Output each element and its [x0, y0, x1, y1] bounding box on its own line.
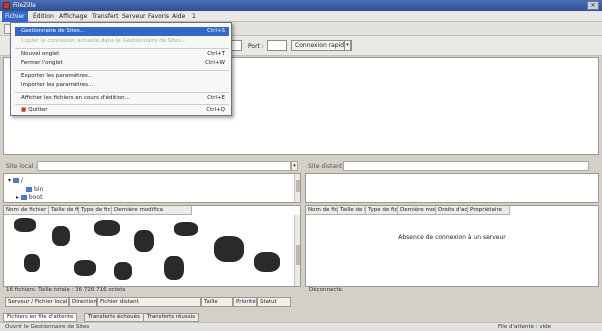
tab-queued-files[interactable]: Fichiers en file d'attente — [3, 313, 78, 322]
tab-failed-transfers[interactable]: Transferts échoués — [84, 313, 144, 322]
file-thumbnail — [134, 230, 154, 252]
remote-site-label: Site distant : — [308, 163, 347, 170]
menu-copy-to-site-manager[interactable]: Copier la connexion actuelle dans le Ges… — [15, 37, 229, 46]
folder-icon — [26, 187, 32, 192]
status-left-text: Ouvrir le Gestionnaire de Sites — [5, 324, 90, 330]
menu-edited-files[interactable]: Afficher les fichiers en cours d'édition… — [15, 94, 229, 103]
file-thumbnail — [164, 256, 184, 280]
menu-separator — [15, 104, 229, 105]
col-filetype[interactable]: Type de fichier — [366, 206, 398, 215]
col-server-local-file[interactable]: Serveur / Fichier local — [5, 297, 69, 307]
port-input[interactable] — [267, 40, 287, 51]
local-site-label: Site local : — [6, 163, 38, 170]
quickconnect-button[interactable]: Connexion rapide — [291, 40, 352, 51]
local-site-dropdown[interactable]: ▾ — [291, 161, 298, 171]
menu-close-tab[interactable]: Fermer l'onglet Ctrl+W — [15, 59, 229, 68]
remote-directory-tree[interactable] — [305, 173, 599, 203]
quit-icon: ■ — [21, 107, 27, 113]
local-status-text: 16 fichiers. Taille totale : 36 726 716 … — [6, 287, 126, 293]
remote-empty-message: Absence de connexion à un serveur — [398, 234, 506, 241]
col-filetype[interactable]: Type de fichier — [79, 206, 112, 215]
col-modified[interactable]: Dernière modifica — [112, 206, 192, 215]
col-size[interactable]: Taille — [201, 297, 233, 307]
file-thumbnail — [52, 226, 70, 246]
status-queue-text: File d'attente : vide — [498, 324, 552, 330]
scroll-thumb[interactable] — [296, 245, 300, 265]
menu-separator — [15, 92, 229, 93]
file-thumbnail — [174, 222, 198, 236]
local-list-scrollbar[interactable] — [294, 215, 300, 286]
file-thumbnail — [214, 236, 244, 262]
file-thumbnail — [14, 218, 36, 232]
close-window-button[interactable]: ✕ — [587, 1, 599, 10]
col-owner[interactable]: Propriétaire — [468, 206, 510, 215]
remote-site-input[interactable] — [343, 161, 589, 171]
local-directory-tree[interactable]: ▾ / bin ▸ boot — [3, 173, 301, 203]
quickconnect-dropdown-button[interactable]: ▾ — [344, 40, 351, 51]
file-thumbnail — [74, 260, 96, 276]
col-filesize[interactable]: Taille de fichier — [338, 206, 366, 215]
menu-favoris[interactable]: Favoris — [148, 13, 169, 20]
file-thumbnail — [254, 252, 280, 272]
remote-file-list[interactable]: Nom de fichier Taille de fichier Type de… — [305, 205, 599, 287]
menu-fichier[interactable]: Fichier — [2, 11, 28, 22]
remote-status-text: Déconnecté. — [309, 287, 344, 293]
col-priority[interactable]: Priorité — [233, 297, 257, 307]
app-icon — [3, 2, 10, 9]
file-menu-dropdown: Gestionnaire de Sites... Ctrl+S Copier la… — [10, 22, 232, 116]
col-status[interactable]: Statut — [257, 297, 291, 307]
remote-site-bar: Site distant : — [305, 160, 599, 173]
menu-export-settings[interactable]: Exporter les paramètres... — [15, 72, 229, 81]
col-modified[interactable]: Dernière modifica — [398, 206, 436, 215]
transfer-queue-header: Serveur / Fichier local Direction Fichie… — [3, 297, 599, 309]
col-filename[interactable]: Nom de fichier — [4, 206, 49, 215]
menu-new-tab[interactable]: Nouvel onglet Ctrl+T — [15, 50, 229, 59]
menu-transfert[interactable]: Transfert — [92, 13, 118, 20]
file-thumbnail — [94, 220, 120, 236]
local-file-list[interactable]: Nom de fichier Taille de fichier Type de… — [3, 205, 301, 287]
scroll-thumb[interactable] — [296, 180, 300, 192]
tree-node-bin[interactable]: bin — [26, 186, 43, 193]
local-tree-scrollbar[interactable] — [294, 174, 300, 202]
tree-node-boot[interactable]: ▸ boot — [16, 194, 42, 201]
col-direction[interactable]: Direction — [69, 297, 97, 307]
col-remote-file[interactable]: Fichier distant — [97, 297, 201, 307]
folder-icon — [12, 178, 19, 183]
port-label: Port : — [248, 43, 264, 50]
file-thumbnail — [114, 262, 132, 280]
window-title: FileZilla — [13, 2, 36, 9]
menu-quit[interactable]: ■ Quitter Ctrl+Q — [15, 106, 229, 115]
tab-successful-transfers[interactable]: Transferts réussis — [143, 313, 200, 322]
menu-separator — [15, 70, 229, 71]
col-filename[interactable]: Nom de fichier — [306, 206, 338, 215]
status-bar: Ouvrir le Gestionnaire de Sites File d'a… — [0, 322, 602, 331]
local-site-input[interactable] — [37, 161, 291, 171]
local-site-bar: Site local : ▾ — [3, 160, 301, 173]
title-bar: FileZilla ✕ — [0, 0, 602, 11]
menu-aide[interactable]: Aide — [172, 13, 185, 20]
col-filesize[interactable]: Taille de fichier — [49, 206, 79, 215]
folder-icon — [20, 195, 27, 200]
tree-node-root[interactable]: ▾ / — [8, 177, 23, 184]
col-permissions[interactable]: Droits d'accès — [436, 206, 468, 215]
menu-serveur[interactable]: Serveur — [122, 13, 145, 20]
menu-bar: Fichier Édition Affichage Transfert Serv… — [0, 11, 602, 22]
menu-import-settings[interactable]: Importer les paramètres... — [15, 81, 229, 90]
menu-site-manager[interactable]: Gestionnaire de Sites... Ctrl+S — [15, 27, 229, 36]
file-thumbnail — [24, 254, 40, 272]
menu-extra[interactable]: 1 — [192, 13, 196, 20]
menu-separator — [15, 48, 229, 49]
menu-affichage[interactable]: Affichage — [59, 13, 87, 20]
menu-edition[interactable]: Édition — [33, 13, 54, 20]
